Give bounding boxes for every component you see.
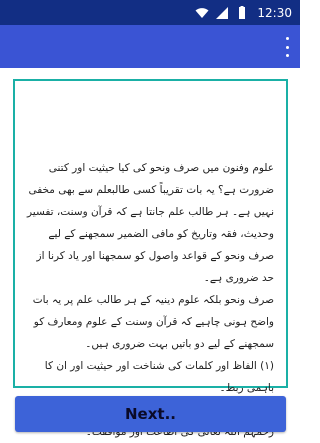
menu-dot xyxy=(285,54,289,57)
signal-icon xyxy=(215,6,229,20)
content-frame: علوم وفنون میں صرف ونحو کی کیا حیثیت اور… xyxy=(13,79,288,438)
paragraph-requirements: صرف ونحو بلکہ علوم دینیہ کے ہر طالب علم … xyxy=(32,294,274,350)
list-item: (۱) الفاظ اور کلمات کی شناخت اور حیثیت ا… xyxy=(44,360,274,394)
paragraph-intro: علوم وفنون میں صرف ونحو کی کیا حیثیت اور… xyxy=(27,162,274,284)
app-bar xyxy=(0,25,300,68)
wifi-icon xyxy=(195,6,209,20)
status-time: 12:30 xyxy=(257,5,292,20)
menu-dot xyxy=(285,37,289,40)
status-bar: 12:30 xyxy=(0,0,300,25)
menu-dot xyxy=(285,45,289,49)
next-button[interactable]: Next.. xyxy=(15,396,286,432)
battery-icon xyxy=(235,5,249,20)
overflow-menu-icon[interactable] xyxy=(282,37,292,57)
